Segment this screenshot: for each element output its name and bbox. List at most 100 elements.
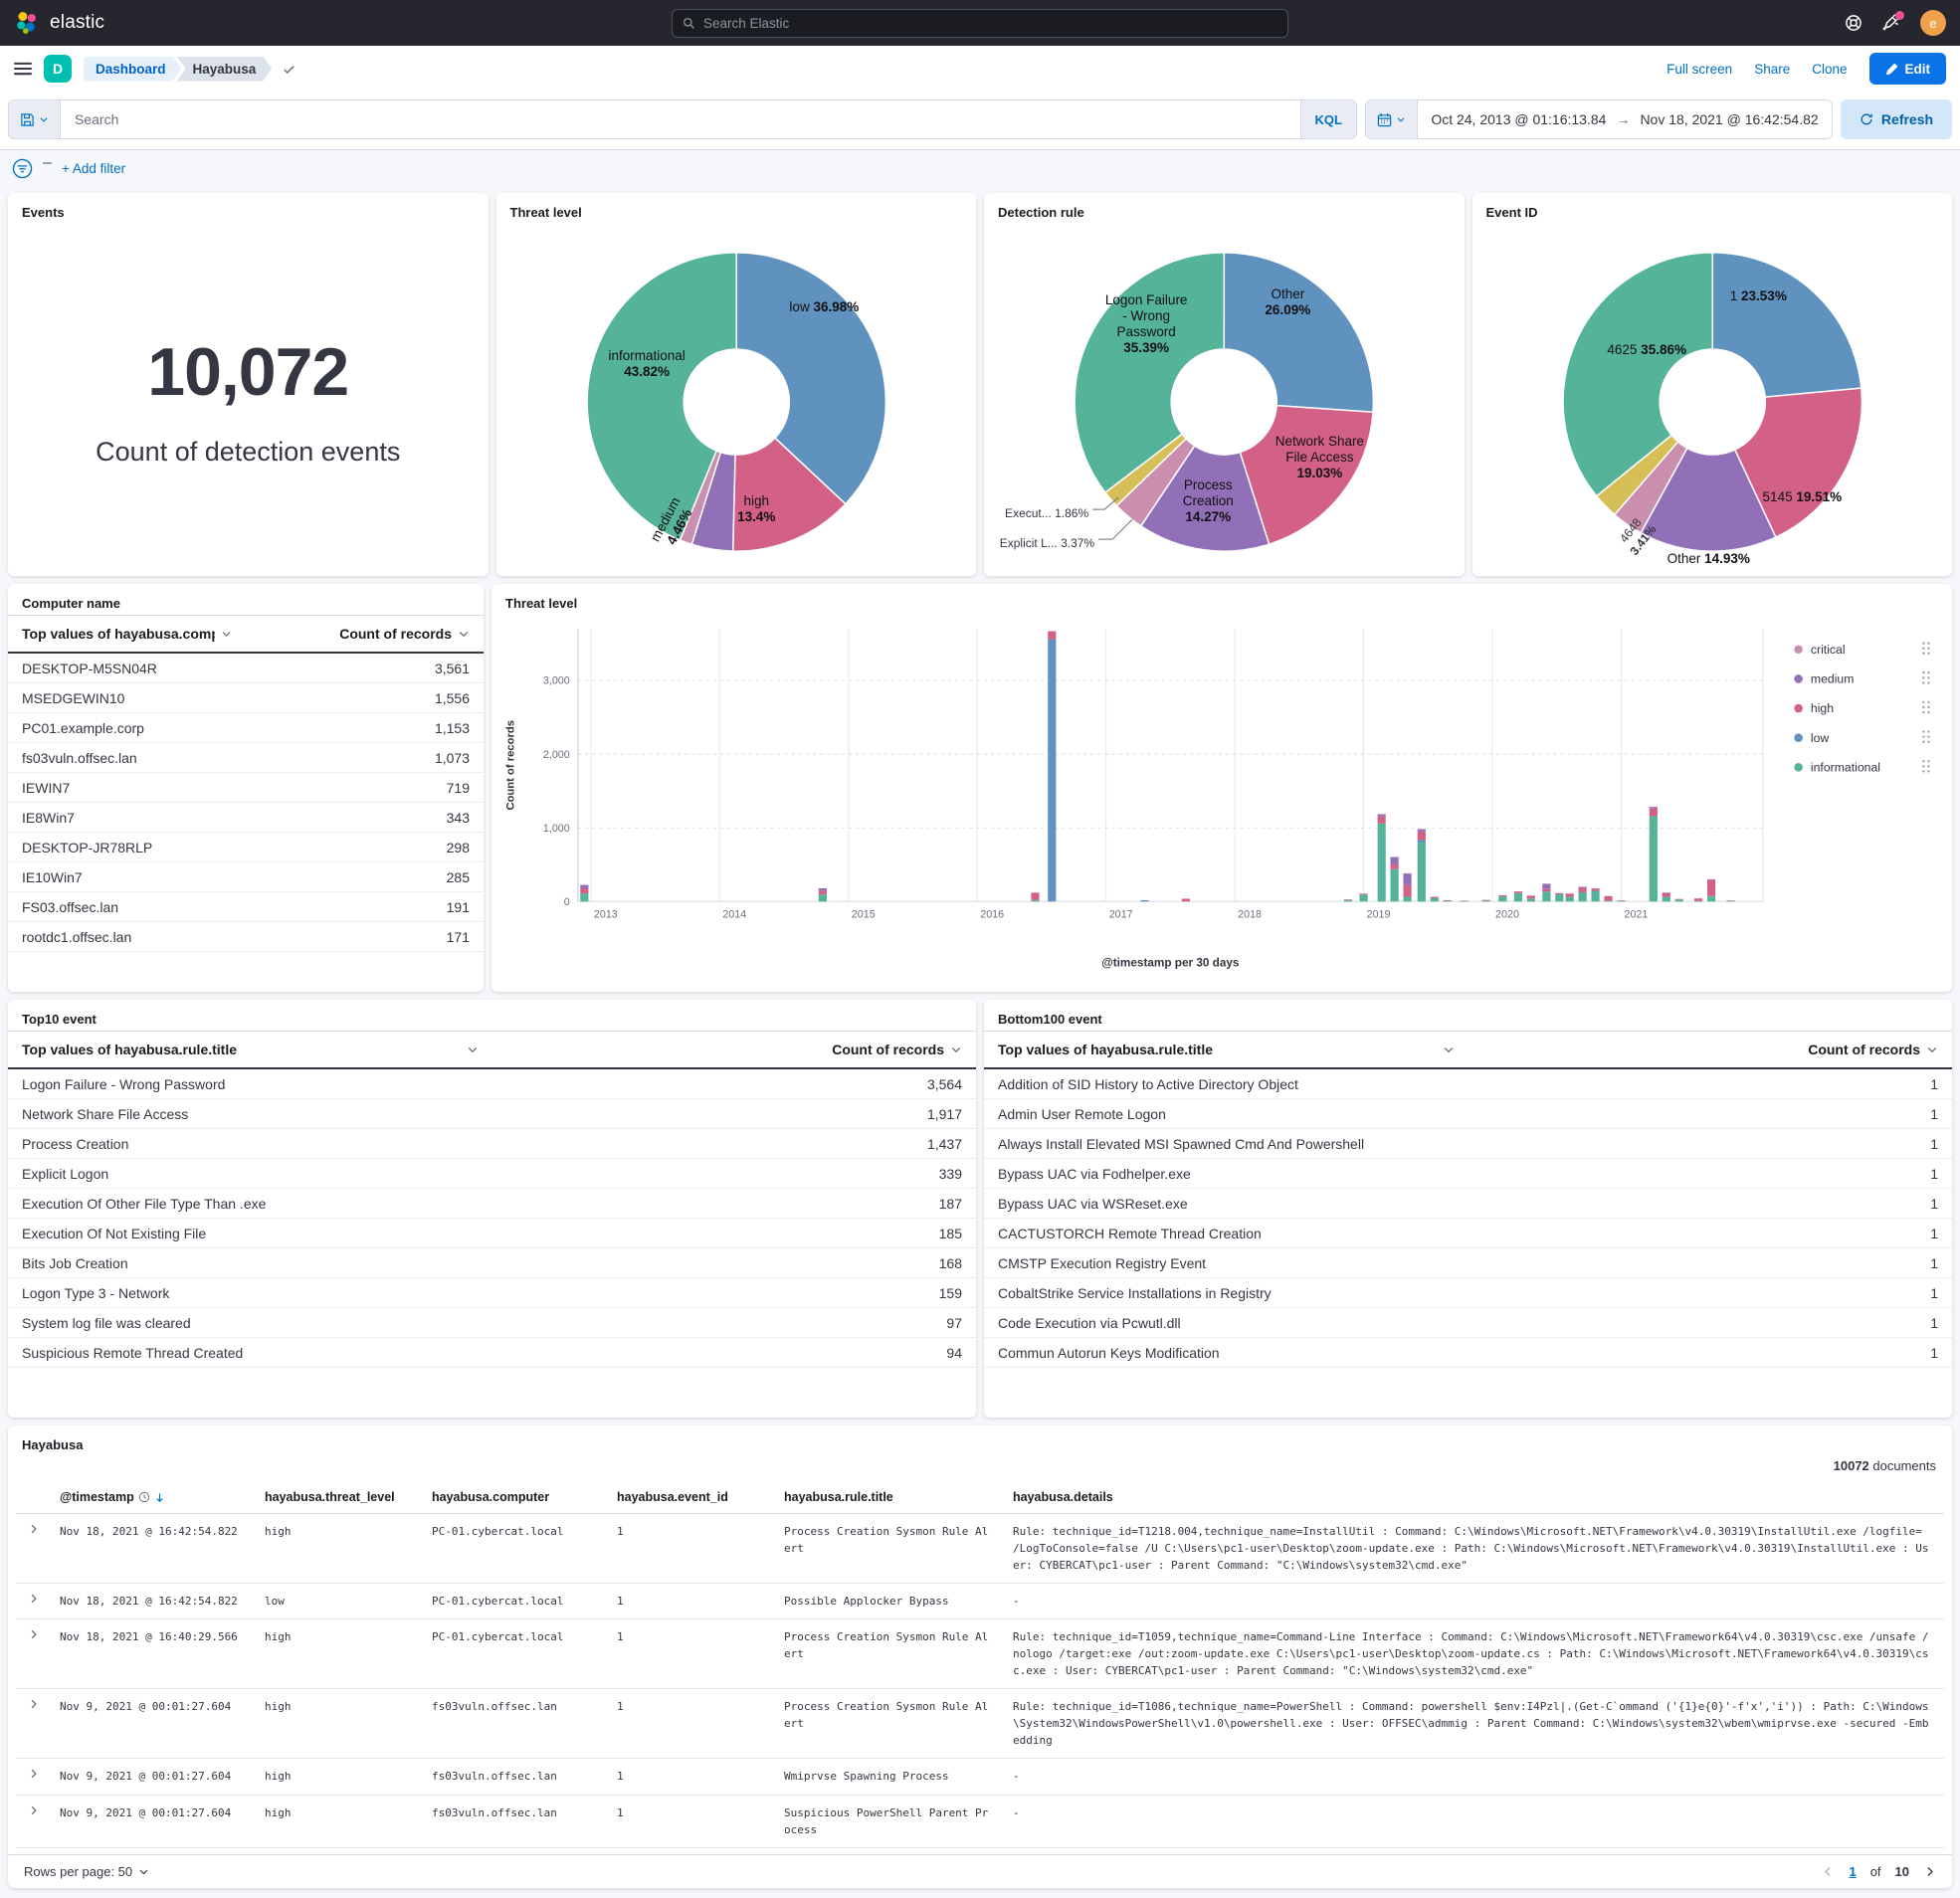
bar-segment[interactable] bbox=[1542, 888, 1550, 891]
table-row[interactable]: CMSTP Execution Registry Event1 bbox=[984, 1248, 1952, 1278]
bar-segment[interactable] bbox=[1391, 857, 1399, 864]
breadcrumb-hayabusa[interactable]: Hayabusa bbox=[177, 57, 273, 82]
bar-segment[interactable] bbox=[1418, 843, 1426, 901]
bar-segment[interactable] bbox=[1498, 896, 1506, 901]
date-from[interactable]: Oct 24, 2013 @ 01:16:13.84 bbox=[1431, 111, 1606, 127]
bar-segment[interactable] bbox=[1031, 900, 1039, 901]
bar-segment[interactable] bbox=[1555, 894, 1563, 901]
table-row[interactable]: Execution Of Other File Type Than .exe18… bbox=[8, 1189, 976, 1219]
global-search[interactable] bbox=[672, 9, 1288, 38]
bar-segment[interactable] bbox=[1378, 814, 1386, 815]
column-header-count[interactable]: Count of records bbox=[1469, 1032, 1953, 1069]
bar-segment[interactable] bbox=[1378, 817, 1386, 824]
bar-segment[interactable] bbox=[1344, 899, 1352, 900]
table-row[interactable]: IEWIN7719 bbox=[8, 773, 484, 803]
bar-segment[interactable] bbox=[1344, 900, 1352, 902]
expand-row-button[interactable] bbox=[28, 1593, 40, 1605]
legend-item[interactable]: medium bbox=[1794, 671, 1929, 685]
bar-segment[interactable] bbox=[1048, 632, 1056, 640]
column-header-details[interactable]: hayabusa.details bbox=[1001, 1481, 1944, 1514]
document-row[interactable]: Nov 9, 2021 @ 00:01:27.604highfs03vuln.o… bbox=[16, 1689, 1944, 1759]
bar-segment[interactable] bbox=[1542, 891, 1550, 901]
bar-segment[interactable] bbox=[580, 885, 588, 888]
table-row[interactable]: fs03vuln.offsec.lan1,073 bbox=[8, 743, 484, 773]
legend-drag-handle-icon[interactable] bbox=[1922, 642, 1930, 655]
news-feed-icon[interactable] bbox=[1882, 14, 1900, 32]
bar-segment[interactable] bbox=[1579, 887, 1587, 888]
bar-segment[interactable] bbox=[1707, 896, 1715, 902]
table-row[interactable]: Bypass UAC via Fodhelper.exe1 bbox=[984, 1159, 1952, 1189]
bar-segment[interactable] bbox=[1604, 896, 1612, 901]
table-row[interactable]: Execution Of Not Existing File185 bbox=[8, 1219, 976, 1248]
column-header-timestamp[interactable]: @timestamp bbox=[48, 1481, 253, 1514]
refresh-button[interactable]: Refresh bbox=[1841, 99, 1952, 139]
table-row[interactable]: Logon Failure - Wrong Password3,564 bbox=[8, 1068, 976, 1099]
table-row[interactable]: Suspicious Remote Thread Created94 bbox=[8, 1338, 976, 1368]
bar-segment[interactable] bbox=[819, 890, 827, 894]
document-row[interactable]: Nov 18, 2021 @ 16:42:54.822highPC-01.cyb… bbox=[16, 1514, 1944, 1584]
table-row[interactable]: Logon Type 3 - Network159 bbox=[8, 1278, 976, 1308]
bar-segment[interactable] bbox=[1566, 897, 1574, 902]
table-row[interactable]: System log file was cleared97 bbox=[8, 1308, 976, 1338]
column-header-count[interactable]: Count of records bbox=[492, 1032, 977, 1069]
bar-segment[interactable] bbox=[1514, 891, 1522, 893]
share-button[interactable]: Share bbox=[1754, 62, 1790, 77]
bar-segment[interactable] bbox=[1444, 900, 1452, 901]
bar-segment[interactable] bbox=[1431, 897, 1439, 898]
bar-segment[interactable] bbox=[1403, 885, 1411, 897]
bar-segment[interactable] bbox=[1650, 816, 1658, 901]
bar-segment[interactable] bbox=[1527, 898, 1535, 901]
document-row[interactable]: Nov 18, 2021 @ 16:40:29.566highPC-01.cyb… bbox=[16, 1619, 1944, 1689]
bar-segment[interactable] bbox=[580, 893, 588, 901]
menu-icon[interactable] bbox=[14, 60, 32, 78]
avatar[interactable]: e bbox=[1920, 10, 1946, 36]
saved-query-menu[interactable] bbox=[9, 100, 61, 138]
filter-circle-icon[interactable] bbox=[12, 158, 33, 179]
bar-segment[interactable] bbox=[1403, 873, 1411, 874]
bar-segment[interactable] bbox=[1498, 895, 1506, 896]
column-header-computer[interactable]: hayabusa.computer bbox=[420, 1481, 605, 1514]
bar-segment[interactable] bbox=[1694, 898, 1702, 901]
bar-segment[interactable] bbox=[1675, 899, 1683, 900]
add-filter-button[interactable]: + Add filter bbox=[62, 161, 125, 176]
bar-segment[interactable] bbox=[1663, 897, 1670, 902]
document-row[interactable]: Nov 9, 2021 @ 00:01:27.604highfs03vuln.o… bbox=[16, 1795, 1944, 1847]
bar-segment[interactable] bbox=[1726, 900, 1734, 901]
expand-row-button[interactable] bbox=[28, 1523, 40, 1535]
table-row[interactable]: DESKTOP-JR78RLP298 bbox=[8, 833, 484, 862]
bar-segment[interactable] bbox=[1418, 840, 1426, 843]
legend-drag-handle-icon[interactable] bbox=[1922, 701, 1930, 714]
bar-segment[interactable] bbox=[1579, 887, 1587, 892]
table-row[interactable]: Network Share File Access1,917 bbox=[8, 1099, 976, 1129]
bar-segment[interactable] bbox=[1527, 895, 1535, 898]
bar-segment[interactable] bbox=[819, 888, 827, 890]
clone-button[interactable]: Clone bbox=[1812, 62, 1847, 77]
bar-segment[interactable] bbox=[1140, 900, 1148, 901]
bar-segment[interactable] bbox=[1514, 893, 1522, 902]
bar-segment[interactable] bbox=[1707, 879, 1715, 880]
bar-segment[interactable] bbox=[1617, 900, 1625, 901]
table-row[interactable]: Commun Autorun Keys Modification1 bbox=[984, 1338, 1952, 1368]
bar-segment[interactable] bbox=[1555, 893, 1563, 894]
bar-segment[interactable] bbox=[1418, 829, 1426, 830]
next-page-button[interactable] bbox=[1923, 1865, 1936, 1878]
bar-segment[interactable] bbox=[1566, 893, 1574, 896]
legend-drag-handle-icon[interactable] bbox=[1922, 760, 1930, 773]
table-row[interactable]: FS03.offsec.lan191 bbox=[8, 892, 484, 922]
column-header-threat-level[interactable]: hayabusa.threat_level bbox=[253, 1481, 420, 1514]
bar-segment[interactable] bbox=[1460, 901, 1468, 902]
bar-segment[interactable] bbox=[1403, 896, 1411, 901]
bar-segment[interactable] bbox=[1663, 892, 1670, 893]
bar-segment[interactable] bbox=[1604, 900, 1612, 901]
bar-segment[interactable] bbox=[1707, 880, 1715, 896]
bar-segment[interactable] bbox=[1663, 893, 1670, 897]
calendar-icon[interactable] bbox=[1366, 100, 1418, 138]
elastic-logo-icon[interactable] bbox=[14, 10, 40, 36]
table-row[interactable]: Bits Job Creation168 bbox=[8, 1248, 976, 1278]
bar-segment[interactable] bbox=[1378, 815, 1386, 817]
pie-slice[interactable] bbox=[1712, 253, 1862, 397]
column-header-event-id[interactable]: hayabusa.event_id bbox=[605, 1481, 772, 1514]
column-header-top-values[interactable]: Top values of hayabusa.rule.title bbox=[8, 1032, 492, 1069]
document-row[interactable]: Nov 18, 2021 @ 16:42:54.822lowPC-01.cybe… bbox=[16, 1584, 1944, 1619]
bar-segment[interactable] bbox=[1048, 640, 1056, 902]
